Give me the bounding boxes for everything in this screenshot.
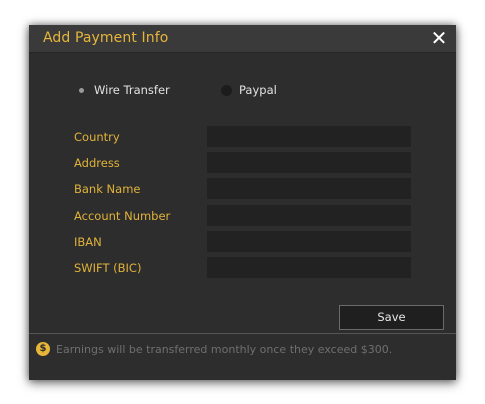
country-field[interactable] [207, 126, 411, 147]
iban-field[interactable] [207, 231, 411, 252]
radio-paypal-label: Paypal [239, 83, 277, 97]
radio-selected-icon [76, 85, 87, 96]
footer-note: Earnings will be transferred monthly onc… [56, 343, 393, 356]
swift-field[interactable] [207, 257, 411, 278]
radio-wire-transfer[interactable]: Wire Transfer [76, 82, 170, 98]
dialog-footer: $ Earnings will be transferred monthly o… [29, 334, 456, 380]
bank-name-label: Bank Name [74, 182, 141, 196]
address-field[interactable] [207, 152, 411, 173]
country-label: Country [74, 130, 120, 144]
iban-label: IBAN [74, 235, 102, 249]
payment-info-dialog: Add Payment Info ✕ Wire Transfer Paypal … [29, 25, 456, 380]
swift-label: SWIFT (BIC) [74, 261, 142, 275]
radio-wire-transfer-label: Wire Transfer [94, 83, 170, 97]
account-number-label: Account Number [74, 209, 171, 223]
bank-name-field[interactable] [207, 178, 411, 199]
radio-unselected-icon [221, 84, 232, 96]
radio-paypal[interactable]: Paypal [221, 82, 277, 98]
close-icon[interactable]: ✕ [430, 28, 448, 48]
account-number-field[interactable] [207, 205, 411, 226]
save-button[interactable]: Save [339, 305, 444, 330]
address-label: Address [74, 156, 120, 170]
dollar-coin-icon: $ [36, 342, 50, 356]
dialog-titlebar: Add Payment Info ✕ [29, 25, 456, 53]
dialog-title: Add Payment Info [43, 30, 169, 46]
